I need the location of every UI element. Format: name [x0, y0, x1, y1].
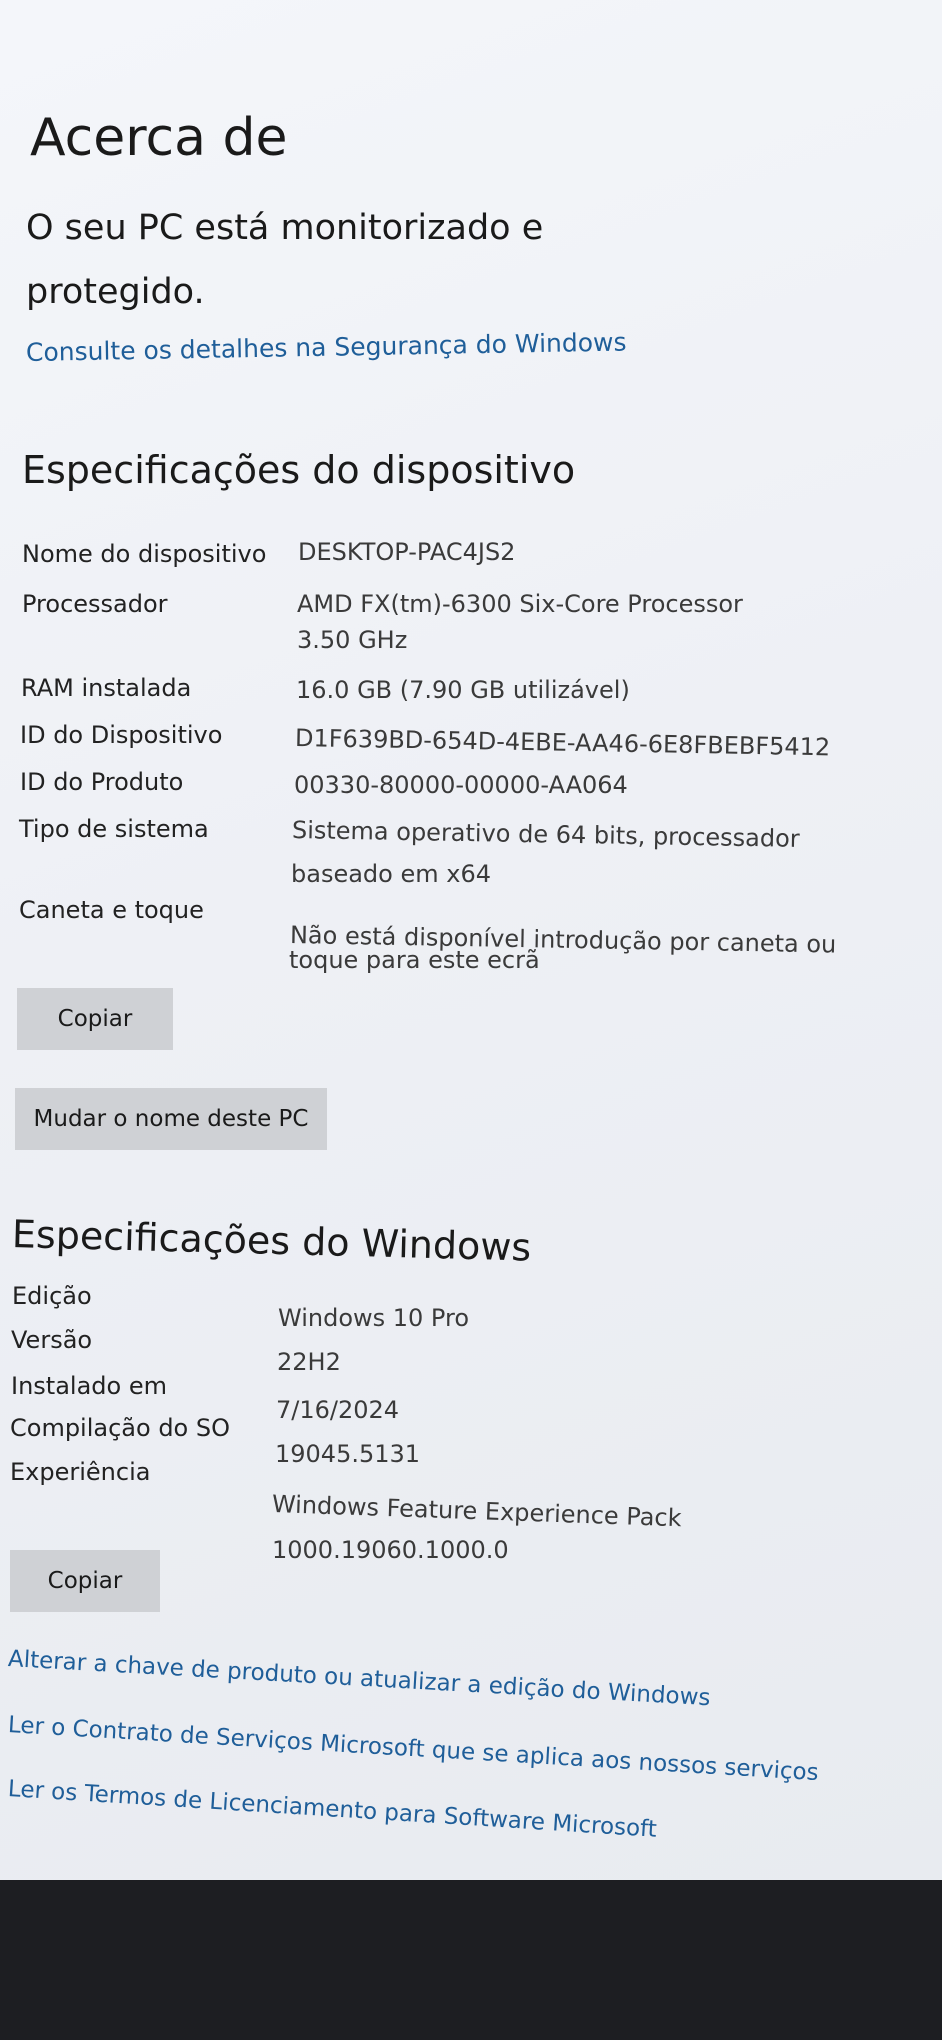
spec-value-system-type-2: baseado em x64: [291, 860, 491, 888]
spec-value-os-build: 19045.5131: [275, 1440, 421, 1468]
spec-label-product-id: ID do Produto: [20, 768, 184, 796]
windows-security-link[interactable]: Consulte os detalhes na Segurança do Win…: [26, 328, 627, 367]
spec-value-experience: Windows Feature Experience Pack: [271, 1490, 682, 1533]
page-title: Acerca de: [30, 108, 288, 168]
spec-value-version: 22H2: [277, 1348, 341, 1376]
microsoft-services-agreement-link[interactable]: Ler o Contrato de Serviços Microsoft que…: [7, 1712, 819, 1786]
settings-window: Acerca de O seu PC está monitorizado e p…: [0, 0, 942, 1888]
spec-label-processor: Processador: [22, 590, 168, 618]
copy-windows-specs-button[interactable]: Copiar: [10, 1550, 160, 1612]
spec-value-system-type: Sistema operativo de 64 bits, processado…: [291, 816, 800, 853]
spec-value-edition: Windows 10 Pro: [278, 1304, 470, 1332]
spec-value-product-id: 00330-80000-00000-AA064: [294, 771, 628, 799]
spec-label-ram: RAM instalada: [21, 674, 192, 702]
spec-value-processor: AMD FX(tm)-6300 Six-Core Processor: [297, 590, 743, 618]
spec-label-version: Versão: [11, 1326, 93, 1354]
protection-status: O seu PC está monitorizado e protegido.: [26, 208, 544, 312]
copy-device-specs-button[interactable]: Copiar: [17, 988, 173, 1050]
spec-value-device-name: DESKTOP-PAC4JS2: [298, 538, 516, 566]
spec-value-device-id: D1F639BD-654D-4EBE-AA46-6E8FBEBF5412: [294, 724, 831, 762]
spec-label-os-build: Compilação do SO: [10, 1414, 230, 1442]
software-license-terms-link[interactable]: Ler os Termos de Licenciamento para Soft…: [7, 1776, 657, 1843]
device-specs-heading: Especificações do dispositivo: [22, 448, 576, 492]
spec-value-processor-speed: 3.50 GHz: [297, 626, 408, 654]
spec-value-installed-on: 7/16/2024: [276, 1396, 400, 1424]
spec-label-edition: Edição: [12, 1282, 92, 1310]
spec-label-experience: Experiência: [10, 1458, 151, 1486]
spec-value-experience-2: 1000.19060.1000.0: [272, 1536, 509, 1564]
spec-label-installed-on: Instalado em: [11, 1372, 167, 1400]
spec-value-ram: 16.0 GB (7.90 GB utilizável): [296, 676, 630, 704]
rename-pc-button[interactable]: Mudar o nome deste PC: [15, 1088, 327, 1150]
spec-label-device-id: ID do Dispositivo: [20, 721, 223, 749]
monitor-bezel: [0, 1880, 942, 2040]
change-product-key-link[interactable]: Alterar a chave de produto ou atualizar …: [7, 1646, 711, 1711]
windows-specs-heading: Especificações do Windows: [11, 1212, 532, 1270]
spec-label-pen-touch: Caneta e toque: [19, 896, 204, 924]
spec-label-device-name: Nome do dispositivo: [22, 540, 267, 568]
spec-value-pen-touch-2: toque para este ecrã: [289, 946, 540, 974]
spec-label-system-type: Tipo de sistema: [19, 815, 209, 843]
